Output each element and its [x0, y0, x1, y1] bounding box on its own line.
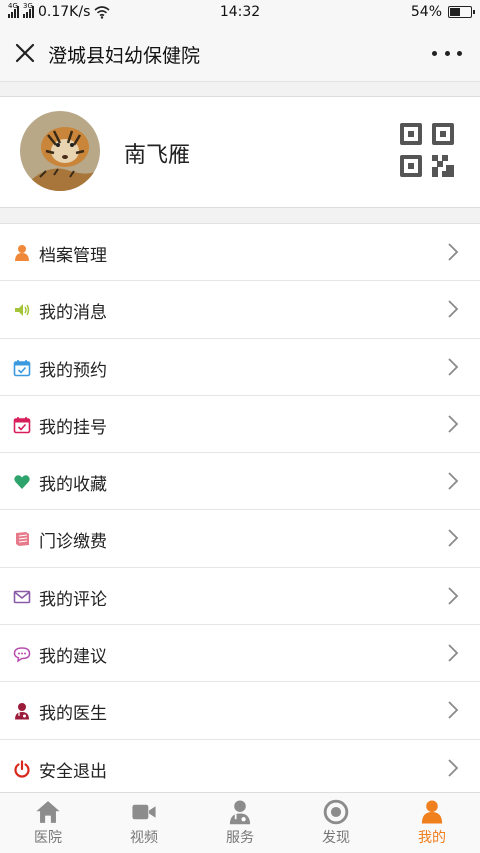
doctor-icon [15, 703, 29, 720]
home-icon [36, 801, 60, 823]
battery-icon [448, 6, 475, 18]
avatar[interactable] [20, 111, 100, 191]
more-options-icon[interactable] [432, 40, 462, 66]
qr-code-icon[interactable] [400, 123, 454, 177]
chevron-right-icon [448, 300, 459, 318]
tab-video[interactable]: 视频 [96, 793, 192, 853]
avatar-image [20, 111, 100, 191]
chevron-right-icon [448, 472, 459, 490]
target-icon [323, 799, 349, 825]
menu-item[interactable]: 门诊缴费 [0, 510, 480, 568]
tab-person[interactable]: 我的 [384, 793, 480, 853]
tab-label: 我的 [418, 830, 446, 846]
calendar-check-icon [13, 416, 31, 434]
battery-percent: 54% [410, 4, 442, 20]
video-icon [132, 804, 156, 820]
menu-item[interactable]: 我的评论 [0, 568, 480, 626]
page-title: 澄城县妇幼保健院 [48, 45, 201, 67]
tab-label: 医院 [34, 830, 62, 846]
menu-item[interactable]: 档案管理 [0, 224, 480, 282]
chevron-right-icon [448, 701, 459, 720]
doctor-icon [229, 800, 251, 825]
tab-home[interactable]: 医院 [0, 793, 96, 853]
chevron-right-icon [448, 644, 459, 662]
menu-item-label: 门诊缴费 [39, 532, 107, 553]
menu-item[interactable]: 我的消息 [0, 281, 480, 339]
chevron-right-icon [448, 529, 459, 548]
chat-icon [13, 647, 31, 663]
book-icon [16, 532, 29, 547]
menu-item-label: 档案管理 [39, 246, 107, 266]
person-icon [15, 245, 29, 261]
status-bar: 4G 3G 0.17K/s 14:32 54% [0, 0, 480, 26]
heart-icon [14, 475, 30, 490]
menu-item[interactable]: 我的收藏 [0, 453, 480, 511]
menu-item-label: 我的预约 [39, 360, 107, 381]
power-icon [14, 760, 30, 778]
chevron-right-icon [448, 357, 459, 376]
menu-item-label: 我的挂号 [39, 417, 107, 438]
battery-fill [450, 8, 461, 16]
menu-item-label: 我的收藏 [39, 475, 107, 496]
tab-label: 视频 [130, 830, 158, 846]
menu-item[interactable]: 我的医生 [0, 682, 480, 740]
tab-target[interactable]: 发现 [288, 793, 384, 853]
chevron-right-icon [448, 415, 459, 433]
profile-card[interactable]: 南飞雁 [0, 96, 480, 208]
envelope-icon [13, 590, 31, 604]
tab-doctor[interactable]: 服务 [192, 793, 288, 853]
chevron-right-icon [448, 243, 459, 261]
user-name: 南飞雁 [124, 143, 191, 168]
tab-label: 发现 [322, 830, 350, 846]
close-icon[interactable] [12, 40, 38, 66]
menu-item-label: 我的建议 [39, 647, 107, 668]
menu-item[interactable]: 我的挂号 [0, 396, 480, 454]
clock: 14:32 [219, 4, 261, 20]
chevron-right-icon [448, 759, 459, 777]
chevron-right-icon [448, 587, 459, 605]
calendar-check-icon [13, 359, 31, 376]
tab-bar: 医院 视频 服务 发现 我的 [0, 792, 480, 853]
title-bar: 澄城县妇幼保健院 [0, 26, 480, 82]
menu-item[interactable]: 我的预约 [0, 339, 480, 396]
menu-item-label: 我的医生 [39, 704, 107, 725]
menu-item-label: 我的评论 [39, 589, 107, 610]
speaker-icon [15, 304, 30, 317]
status-right: 54% [410, 4, 475, 20]
menu-item[interactable]: 安全退出 [0, 740, 480, 797]
menu-item-label: 安全退出 [39, 761, 107, 782]
person-icon [421, 800, 443, 824]
tab-label: 服务 [226, 830, 254, 846]
menu-item[interactable]: 我的建议 [0, 625, 480, 683]
menu-list: 档案管理我的消息我的预约我的挂号我的收藏门诊缴费我的评论我的建议我的医生安全退出 [0, 223, 480, 797]
menu-item-label: 我的消息 [39, 303, 107, 324]
